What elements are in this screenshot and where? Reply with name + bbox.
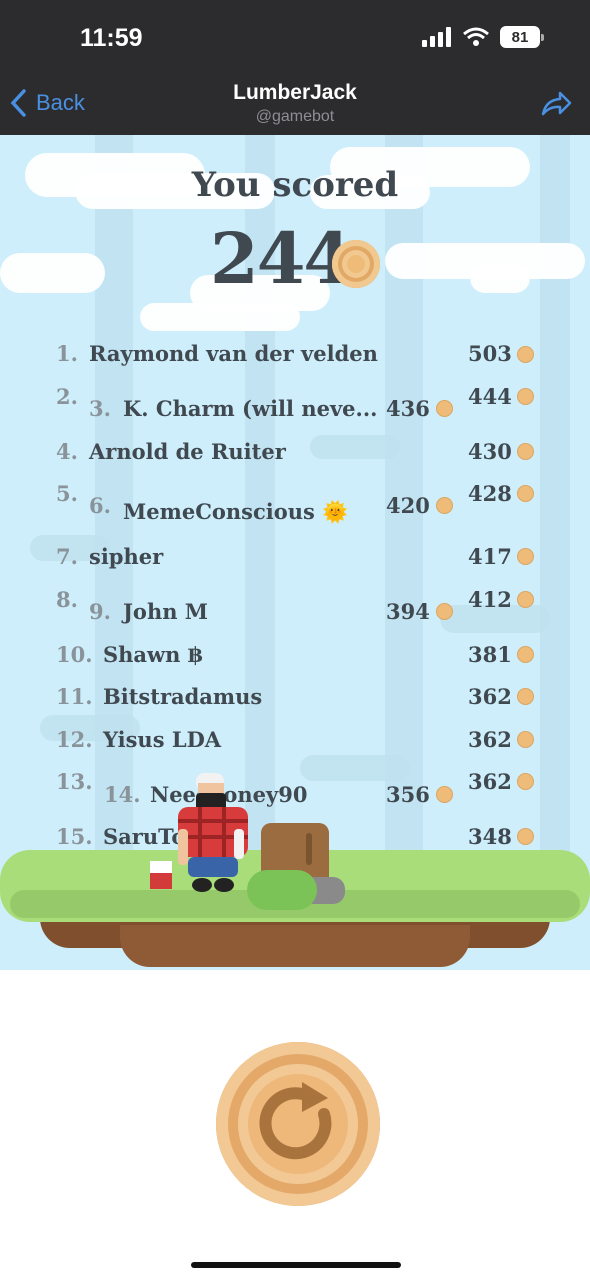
restart-icon xyxy=(259,1082,332,1160)
wifi-icon xyxy=(463,27,489,46)
bot-title: LumberJack xyxy=(233,81,357,104)
cloud xyxy=(300,755,410,781)
status-bar: 11:59 81 xyxy=(0,0,590,78)
lumberjack-character xyxy=(178,773,248,892)
player-name: Raymond van der velden xyxy=(89,341,378,366)
battery-level: 81 xyxy=(511,28,529,46)
rank-label: 14. xyxy=(104,782,141,807)
status-icons: 81 xyxy=(422,26,544,48)
game-canvas[interactable]: You scored 244 1. Raymond van der velden… xyxy=(0,135,590,970)
player-name: John M xyxy=(123,599,209,624)
cloud xyxy=(310,435,400,459)
rank-label: 5. xyxy=(56,481,78,506)
player-name: sipher xyxy=(89,544,164,569)
player-name: MemeConscious 🌞 xyxy=(123,499,349,524)
ground-dirt xyxy=(120,925,470,967)
player-score: 503 xyxy=(468,341,512,366)
score-value: 244 xyxy=(210,217,352,300)
coin-icon xyxy=(436,603,453,620)
rank-label: 11. xyxy=(56,684,93,709)
player-name: K. Charm (will neve... xyxy=(123,396,378,421)
player-score: 412 xyxy=(468,587,512,612)
player-score: 356 xyxy=(386,782,430,807)
rank-label: 3. xyxy=(89,396,111,421)
rank-label: 7. xyxy=(56,544,78,569)
share-arrow-icon[interactable] xyxy=(540,90,572,118)
rank-label: 6. xyxy=(89,493,111,518)
coin-icon xyxy=(436,786,453,803)
bot-username: @gamebot xyxy=(255,108,335,125)
cloud xyxy=(0,253,105,293)
status-time: 11:59 xyxy=(80,24,143,52)
coin-icon xyxy=(517,346,534,363)
restart-button[interactable] xyxy=(216,1042,380,1206)
coin-icon xyxy=(517,443,534,460)
rank-label: 1. xyxy=(56,341,78,366)
rank-label: 9. xyxy=(89,599,111,624)
coin-icon xyxy=(517,591,534,608)
coin-icon xyxy=(517,485,534,502)
coin-icon xyxy=(436,497,453,514)
coin-icon xyxy=(517,388,534,405)
coin-icon xyxy=(517,646,534,663)
coin-icon xyxy=(517,731,534,748)
player-name: Arnold de Ruiter xyxy=(89,439,286,464)
coin-icon xyxy=(517,548,534,565)
home-indicator xyxy=(191,1262,401,1268)
player-name: Shawn ฿ xyxy=(103,642,203,667)
battery-indicator: 81 xyxy=(500,26,544,48)
player-score: 428 xyxy=(468,481,512,506)
cloud xyxy=(140,303,300,331)
player-score: 436 xyxy=(386,396,430,421)
player-score: 381 xyxy=(468,642,512,667)
rank-label: 12. xyxy=(56,727,93,752)
player-score: 362 xyxy=(468,769,512,794)
axe-icon xyxy=(150,861,172,889)
player-score: 444 xyxy=(468,384,512,409)
coin-icon xyxy=(436,400,453,417)
player-score: 348 xyxy=(468,824,512,849)
rank-label: 4. xyxy=(56,439,78,464)
coin-icon xyxy=(517,828,534,845)
player-score: 420 xyxy=(386,493,430,518)
player-score: 362 xyxy=(468,684,512,709)
player-score: 430 xyxy=(468,439,512,464)
rank-label: 10. xyxy=(56,642,93,667)
signal-icon xyxy=(422,27,451,47)
player-name: Bitstradamus xyxy=(103,684,263,709)
bush xyxy=(247,870,317,910)
cloud xyxy=(470,263,530,293)
coin-icon xyxy=(517,688,534,705)
player-score: 417 xyxy=(468,544,512,569)
rank-label: 2. xyxy=(56,384,78,409)
rank-label: 15. xyxy=(56,824,93,849)
coin-icon xyxy=(332,240,380,288)
nav-bar: Back LumberJack @gamebot xyxy=(0,78,590,135)
coin-icon xyxy=(517,773,534,790)
player-name: Yisus LDA xyxy=(103,727,222,752)
score-heading: You scored xyxy=(191,165,399,205)
player-score: 394 xyxy=(386,599,430,624)
rank-label: 13. xyxy=(56,769,93,794)
rank-label: 8. xyxy=(56,587,78,612)
player-score: 362 xyxy=(468,727,512,752)
